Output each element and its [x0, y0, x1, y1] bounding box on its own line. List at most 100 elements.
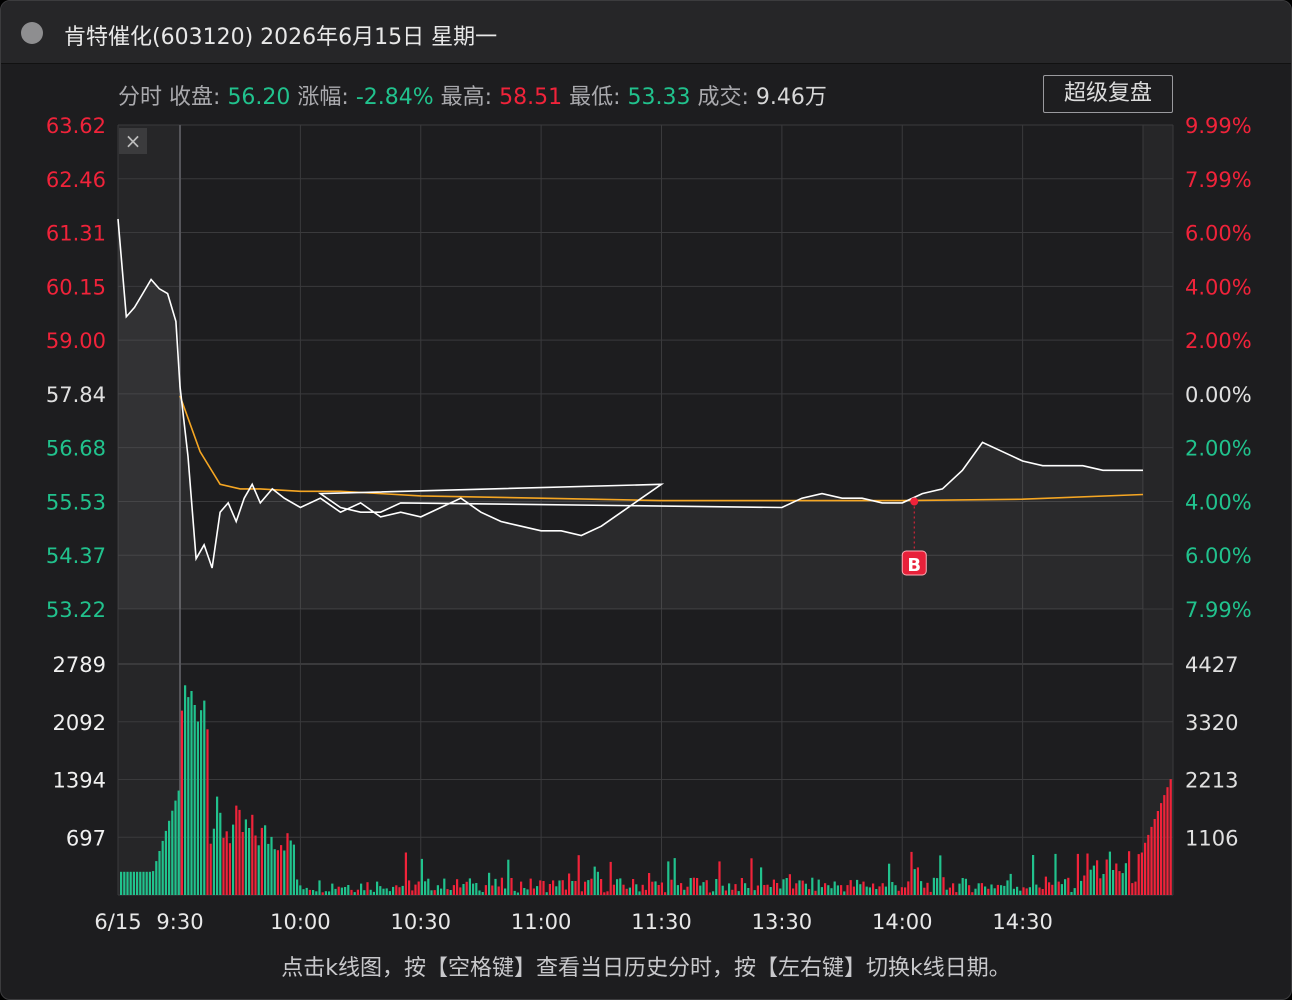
volume-bar — [171, 810, 174, 895]
volume-bar — [1012, 888, 1015, 895]
volume-bar — [657, 885, 660, 895]
volume-bar — [232, 824, 235, 895]
volume-bar — [257, 845, 260, 895]
volume-bar — [283, 850, 286, 895]
volume-bar — [782, 879, 785, 895]
volume-bar — [1092, 865, 1095, 895]
volume-bar — [484, 885, 487, 895]
volume-bar — [1140, 852, 1143, 895]
volume-bar — [1089, 869, 1092, 895]
volume-bar — [884, 886, 887, 895]
volume-tick-label: 2092 — [53, 711, 106, 735]
volume-bar — [337, 886, 340, 895]
volume-bar — [744, 883, 747, 895]
volume-bar — [760, 867, 763, 895]
volume-bar — [267, 843, 270, 895]
volume-bar — [126, 871, 129, 895]
close-icon[interactable]: × — [119, 128, 147, 154]
price-tick-label: 59.00 — [46, 329, 106, 353]
volume-bar — [1022, 887, 1025, 895]
date-label: 6/15 — [94, 910, 141, 934]
volume-bar — [1137, 854, 1140, 895]
volume-bar — [993, 888, 996, 895]
price-tick-label: 56.68 — [46, 437, 106, 461]
volume-bar — [552, 880, 555, 895]
volume-bar — [529, 878, 532, 895]
volume-bar — [779, 888, 782, 895]
intraday-chart[interactable]: 63.62 62.46 61.31 60.15 59.00 57.84 56.68 55.53… — [1, 1, 1291, 941]
volume-bar — [1038, 887, 1041, 895]
volume-bar — [1060, 884, 1063, 895]
percent-tick-label: 4.00% — [1185, 275, 1252, 299]
volume-bar — [692, 877, 695, 895]
volume-bar — [564, 889, 567, 895]
volume-bar — [478, 890, 481, 895]
volume-bar — [216, 796, 219, 895]
volume-bar — [836, 885, 839, 895]
price-tick-label: 57.84 — [46, 383, 106, 407]
price-area — [118, 219, 1143, 609]
volume-bar — [878, 886, 881, 895]
volume-bar — [158, 851, 161, 895]
volume-bar — [734, 884, 737, 895]
volume-bar — [436, 885, 439, 895]
volume-bar — [574, 881, 577, 895]
percent-tick-label: 6.00% — [1185, 544, 1252, 568]
volume-bar — [190, 691, 193, 895]
volume-bar — [846, 885, 849, 895]
volume-bar — [219, 812, 222, 895]
volume-bar — [817, 879, 820, 895]
volume-bar — [606, 891, 609, 895]
volume-bar — [1025, 888, 1028, 895]
volume-bar — [872, 883, 875, 895]
volume-bar — [145, 871, 148, 895]
volume-bar — [811, 877, 814, 895]
volume-bar — [654, 881, 657, 895]
volume-bar — [798, 880, 801, 895]
volume-bar — [292, 844, 295, 895]
volume-bar — [308, 889, 311, 895]
volume-bar — [920, 881, 923, 895]
volume-bar — [590, 878, 593, 895]
volume-bar — [840, 885, 843, 895]
volume-bar — [724, 890, 727, 895]
volume-bar — [625, 888, 628, 895]
volume-bar — [958, 883, 961, 895]
volume-bar — [1099, 878, 1102, 895]
volume-bar — [792, 888, 795, 895]
volume-bar — [1115, 863, 1118, 895]
volume-bar — [366, 882, 369, 895]
volume-bar — [814, 890, 817, 895]
volume-bar — [596, 871, 599, 895]
volume-bar — [718, 861, 721, 895]
volume-bar — [996, 884, 999, 895]
volume-bar — [808, 889, 811, 895]
volume-bar — [865, 886, 868, 895]
volume-bar — [910, 851, 913, 895]
volume-bar — [1128, 851, 1131, 895]
volume-bar — [536, 886, 539, 895]
volume-right-tick-label: 2213 — [1185, 769, 1238, 793]
volume-bar — [1032, 855, 1035, 895]
volume-bar — [913, 869, 916, 895]
price-tick-label: 53.22 — [46, 598, 106, 622]
volume-tick-label: 1394 — [53, 769, 106, 793]
volume-bar — [1169, 779, 1172, 895]
volume-bar — [926, 882, 929, 895]
volume-bar — [555, 886, 558, 895]
volume-bar — [174, 800, 177, 895]
volume-bar — [1153, 819, 1156, 895]
volume-bar — [1131, 883, 1134, 895]
volume-bar — [1096, 860, 1099, 895]
volume-bar — [305, 887, 308, 895]
volume-tick-label: 2789 — [53, 653, 106, 677]
volume-bar — [824, 883, 827, 895]
volume-bar — [452, 885, 455, 895]
time-tick-label: 9:30 — [156, 910, 203, 934]
usage-hint: 点击k线图，按【空格键】查看当日历史分时，按【左右键】切换k线日期。 — [281, 956, 1011, 981]
volume-bar — [974, 888, 977, 895]
volume-bar — [593, 866, 596, 895]
volume-bar — [244, 819, 247, 895]
price-tick-label: 60.15 — [46, 275, 106, 299]
volume-bar — [414, 884, 417, 895]
